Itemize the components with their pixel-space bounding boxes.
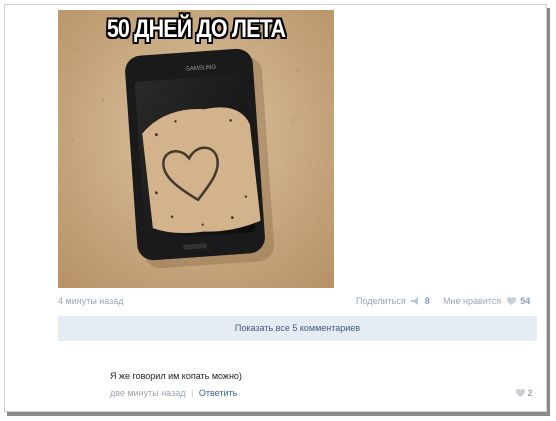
comment-like-button[interactable]: 2 xyxy=(513,388,533,399)
post-time[interactable]: 4 минуты назад xyxy=(58,296,124,306)
comment-like-count: 2 xyxy=(527,388,533,398)
megaphone-icon xyxy=(411,296,420,307)
like-count: 54 xyxy=(520,296,531,306)
meta-separator: | xyxy=(191,388,194,398)
like-button[interactable]: Мне нравится 54 xyxy=(443,296,530,307)
show-all-comments-button[interactable]: Показать все 5 комментариев xyxy=(58,316,537,341)
heart-icon xyxy=(516,388,525,399)
post-meta: 4 минуты назад Поделиться 8 Мне нравится… xyxy=(58,296,536,310)
share-count: 8 xyxy=(424,296,430,306)
wall-post: SAMSUNG 50 ДНЕЙ ДО ЛЕТА 4 минуты назад П… xyxy=(4,4,547,412)
share-label: Поделиться xyxy=(356,296,406,306)
like-label: Мне нравится xyxy=(443,296,502,306)
reply-button[interactable]: Ответить xyxy=(199,388,237,398)
sand-phone-picture: SAMSUNG xyxy=(58,10,334,288)
comment-meta: две минуты назад | Ответить xyxy=(110,388,237,398)
post-image[interactable]: SAMSUNG 50 ДНЕЙ ДО ЛЕТА xyxy=(58,10,334,288)
image-caption: 50 ДНЕЙ ДО ЛЕТА xyxy=(106,15,286,43)
heart-icon xyxy=(506,296,516,307)
comment-text: Я же говорил им копать можно) xyxy=(110,371,242,381)
comment-time[interactable]: две минуты назад xyxy=(110,388,185,398)
share-button[interactable]: Поделиться 8 xyxy=(356,296,430,307)
